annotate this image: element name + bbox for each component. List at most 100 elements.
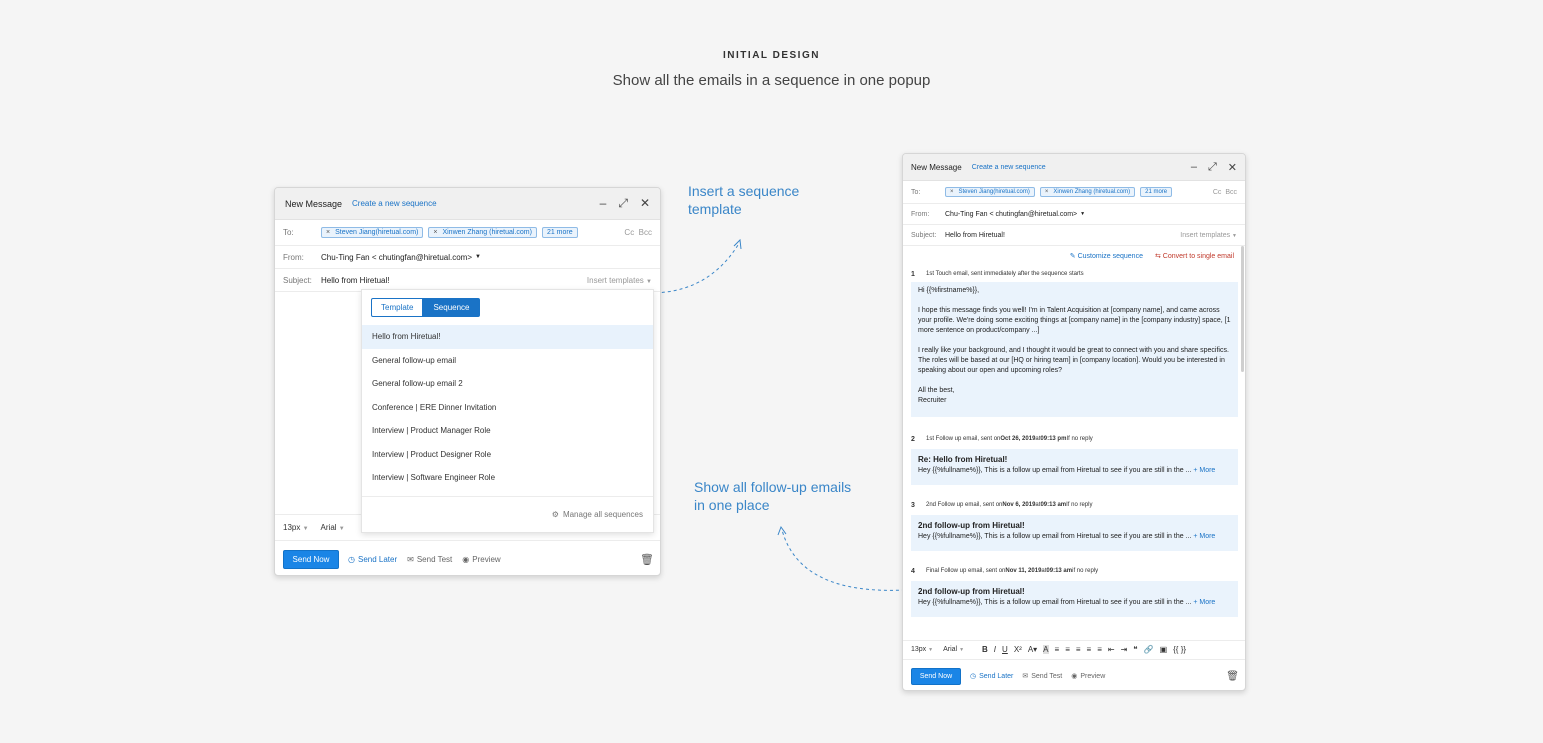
step-header: 3 2nd Follow up email, sent on Nov 6, 20… (911, 495, 1238, 515)
align-center-icon[interactable]: ≡ (1065, 645, 1070, 654)
italic-icon[interactable]: I (994, 645, 996, 654)
subject-input[interactable]: Hello from Hiretual! (945, 232, 1005, 239)
more-recipients-chip[interactable]: 21 more (541, 227, 578, 238)
send-later-button[interactable]: ◷ Send Later (970, 672, 1014, 681)
sequence-item[interactable]: Interview | Software Engineer Role (362, 466, 653, 490)
font-color-icon[interactable]: A▾ (1028, 645, 1037, 654)
send-later-label: Send Later (979, 672, 1014, 680)
step-number: 4 (911, 567, 915, 575)
step-date: Nov 6, 2019 (1002, 502, 1036, 508)
variables-icon[interactable]: {{ }} (1173, 645, 1186, 654)
email-subject: 2nd follow-up from Hiretual! (918, 521, 1025, 530)
indent-icon[interactable]: ⇥ (1121, 645, 1128, 654)
email-body-step-2[interactable]: Re: Hello from Hiretual! Hey {{%fullname… (911, 449, 1238, 485)
sequence-item[interactable]: Hello from Hiretual! (362, 325, 653, 349)
sequence-item[interactable]: Conference | ERE Dinner Invitation (362, 396, 653, 420)
remove-icon[interactable]: × (326, 229, 330, 236)
eye-icon: ◉ (462, 554, 470, 564)
remove-icon[interactable]: × (433, 229, 437, 236)
customize-sequence-button[interactable]: ✎ Customize sequence (1070, 252, 1143, 260)
sequence-item[interactable]: Interview | Product Manager Role (362, 419, 653, 443)
bcc-link[interactable]: Bcc (1225, 189, 1237, 196)
font-select[interactable]: Arial ▼ (321, 523, 345, 532)
from-select[interactable]: Chu-Ting Fan < chutingfan@hiretual.com> (945, 211, 1077, 218)
recipient-chip[interactable]: × Steven Jiang(hiretual.com) (945, 187, 1035, 197)
font-size-select[interactable]: 13px ▼ (283, 523, 309, 532)
close-icon[interactable]: ✕ (1228, 161, 1237, 174)
email-body-step-4[interactable]: 2nd follow-up from Hiretual! Hey {{%full… (911, 581, 1238, 617)
chevron-down-icon[interactable]: ▼ (475, 254, 481, 260)
convert-single-button[interactable]: ⇆ Convert to single email (1155, 252, 1234, 260)
trash-icon[interactable]: 🗑 (1226, 671, 1239, 682)
insert-templates-dropdown[interactable]: Insert templates ▼ (587, 276, 652, 285)
more-link[interactable]: + More (1193, 533, 1215, 540)
cc-link[interactable]: Cc (624, 228, 634, 237)
send-test-button[interactable]: ✉ Send Test (1022, 672, 1062, 681)
bold-icon[interactable]: B (982, 645, 988, 654)
preview-label: Preview (472, 554, 501, 564)
outdent-icon[interactable]: ⇤ (1108, 645, 1115, 654)
sequence-item[interactable]: General follow-up email 2 (362, 372, 653, 396)
send-test-button[interactable]: ✉ Send Test (407, 555, 452, 564)
scrollbar[interactable] (1241, 246, 1244, 372)
more-recipients-chip[interactable]: 21 more (1140, 187, 1173, 197)
preview-button[interactable]: ◉ Preview (462, 555, 500, 564)
expand-icon[interactable]: ⤢ (1208, 161, 1217, 174)
subject-input[interactable]: Hello from Hiretual! (321, 276, 389, 285)
image-icon[interactable]: ▣ (1160, 645, 1168, 654)
preview-label: Preview (1080, 672, 1106, 680)
footer: Send Now ◷ Send Later ✉ Send Test ◉ Preview… (275, 540, 660, 575)
arrow-followup-head (777, 525, 787, 536)
manage-sequences-link[interactable]: ⚙ Manage all sequences (362, 496, 653, 532)
bcc-link[interactable]: Bcc (639, 228, 652, 237)
link-icon[interactable]: 🔗 (1144, 645, 1154, 654)
chevron-down-icon: ▼ (928, 647, 934, 653)
chevron-down-icon[interactable]: ▼ (1080, 211, 1085, 217)
align-right-icon[interactable]: ≡ (1076, 645, 1081, 654)
trash-icon[interactable]: 🗑 (640, 553, 654, 566)
create-sequence-link[interactable]: Create a new sequence (972, 164, 1046, 171)
font-size-select[interactable]: 13px ▼ (911, 646, 933, 653)
subject-label: Subject: (911, 231, 937, 239)
body-line (918, 336, 1231, 346)
expand-icon[interactable]: ⤢ (618, 196, 628, 211)
step-time: 09:13 am (1046, 568, 1073, 574)
sequence-item[interactable]: General follow-up email (362, 349, 653, 373)
underline-icon[interactable]: U (1002, 645, 1008, 654)
tab-template[interactable]: Template (371, 298, 424, 317)
send-later-button[interactable]: ◷ Send Later (348, 555, 397, 564)
font-select[interactable]: Arial ▼ (943, 646, 964, 653)
remove-icon[interactable]: × (1045, 189, 1049, 195)
close-icon[interactable]: ✕ (640, 196, 650, 211)
cc-link[interactable]: Cc (1213, 189, 1222, 196)
highlight-icon[interactable]: A (1043, 645, 1049, 654)
compose-window-right: New Message Create a new sequence – ⤢ ✕ … (902, 153, 1246, 691)
preview-button[interactable]: ◉ Preview (1071, 672, 1106, 681)
bullet-list-icon[interactable]: ≡ (1097, 645, 1102, 654)
to-label: To: (911, 188, 921, 196)
recipient-chip[interactable]: × Xinwen Zhang (hiretual.com) (1039, 187, 1136, 197)
eye-icon: ◉ (1071, 673, 1078, 680)
sequence-item[interactable]: Interview | Product Designer Role (362, 443, 653, 467)
from-select[interactable]: Chu-Ting Fan < chutingfan@hiretual.com> (321, 253, 472, 262)
recipient-chip[interactable]: × Xinwen Zhang (hiretual.com) (428, 227, 537, 238)
email-body-step-3[interactable]: 2nd follow-up from Hiretual! Hey {{%full… (911, 515, 1238, 551)
quote-icon[interactable]: ❝ (1133, 645, 1137, 654)
recipient-chip[interactable]: × Steven Jiang(hiretual.com) (321, 227, 424, 238)
create-sequence-link[interactable]: Create a new sequence (352, 199, 437, 208)
minimize-icon[interactable]: – (600, 196, 607, 211)
arrow-followup (781, 529, 906, 591)
send-now-button[interactable]: Send Now (911, 667, 961, 685)
tab-sequence[interactable]: Sequence (423, 298, 480, 317)
align-left-icon[interactable]: ≡ (1055, 645, 1060, 654)
ordered-list-icon[interactable]: ≡ (1087, 645, 1092, 654)
send-now-button[interactable]: Send Now (283, 549, 339, 569)
email-body-step-1[interactable]: Hi {{%firstname%}}, I hope this message … (911, 282, 1238, 417)
footer: Send Now ◷ Send Later ✉ Send Test ◉ Preview… (903, 659, 1245, 690)
insert-templates-dropdown[interactable]: Insert templates ▼ (1180, 232, 1237, 239)
more-link[interactable]: + More (1193, 599, 1215, 606)
more-link[interactable]: + More (1193, 467, 1215, 474)
clear-format-icon[interactable]: X² (1014, 645, 1022, 654)
remove-icon[interactable]: × (950, 189, 954, 195)
minimize-icon[interactable]: – (1191, 161, 1197, 174)
